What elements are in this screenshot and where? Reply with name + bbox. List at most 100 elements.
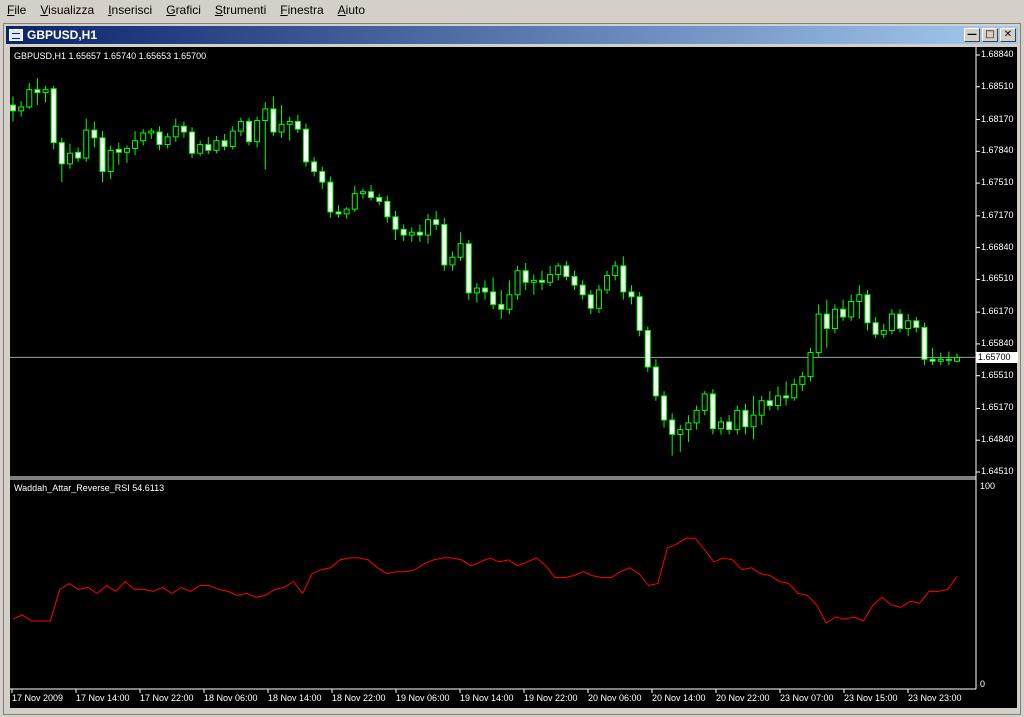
- candle-bearish: [465, 243, 472, 294]
- price-tick-label: 1.65510: [981, 369, 1014, 380]
- menu-bar: File Visualizza Inserisci Grafici Strumenti F…: [0, 0, 1024, 21]
- candle-bearish: [726, 421, 733, 431]
- candle-bullish: [612, 265, 619, 277]
- price-tick-label: 1.67840: [981, 145, 1014, 156]
- candle-bearish: [376, 197, 383, 202]
- candle-bullish: [856, 294, 863, 303]
- candle-bearish: [441, 223, 448, 266]
- candle-bullish: [172, 125, 179, 138]
- menu-aiuto[interactable]: Aiuto: [331, 0, 372, 21]
- candle-bullish: [880, 329, 887, 335]
- candle-bullish: [123, 147, 130, 153]
- time-tick-label: 23 Nov 23:00: [908, 693, 962, 703]
- candle-bearish: [563, 265, 570, 278]
- menu-grafici[interactable]: Grafici: [159, 0, 208, 21]
- menu-finestra[interactable]: Finestra: [273, 0, 330, 21]
- candle-bearish: [490, 291, 497, 305]
- time-tick-label: 18 Nov 14:00: [268, 693, 322, 703]
- candle-bearish: [294, 120, 301, 130]
- candle-bearish: [921, 327, 928, 360]
- menu-visualizza[interactable]: Visualizza: [33, 0, 101, 21]
- candle-bullish: [66, 152, 73, 165]
- chart-area[interactable]: GBPUSD,H1 1.65657 1.65740 1.65653 1.6570…: [10, 47, 1018, 708]
- candle-bullish: [530, 279, 537, 283]
- candle-bearish: [270, 108, 277, 133]
- candle-bullish: [18, 106, 25, 112]
- candle-bullish: [213, 140, 220, 151]
- rsi-line: [12, 537, 958, 624]
- candle-bearish: [766, 400, 773, 407]
- candle-bearish: [115, 148, 122, 153]
- candle-bullish: [514, 270, 521, 296]
- candle-bullish: [791, 383, 798, 399]
- candle-bullish: [107, 149, 114, 173]
- menu-accelerator: V: [40, 3, 49, 17]
- candle-bearish: [311, 161, 318, 173]
- price-tick-label: 1.68170: [981, 113, 1014, 124]
- candle-bullish: [547, 274, 554, 283]
- price-tick-label: 1.67510: [981, 177, 1014, 188]
- candle-bearish: [205, 144, 212, 151]
- candle-bullish: [905, 320, 912, 330]
- time-tick-label: 19 Nov 14:00: [460, 693, 514, 703]
- menu-accelerator: G: [166, 3, 176, 17]
- menu-inserisci[interactable]: Inserisci: [101, 0, 159, 21]
- candle-bearish: [644, 329, 651, 368]
- candle-bearish: [636, 296, 643, 331]
- candle-bullish: [937, 358, 944, 362]
- indicator-label: Waddah_Attar_Reverse_RSI 54.6113: [14, 483, 165, 493]
- price-tick-label: 1.65170: [981, 402, 1014, 413]
- menu-file[interactable]: File: [0, 0, 33, 21]
- candle-bearish: [620, 265, 627, 293]
- menu-strumenti[interactable]: Strumenti: [208, 0, 273, 21]
- time-tick-label: 19 Nov 22:00: [524, 693, 578, 703]
- chart-window-titlebar[interactable]: GBPUSD,H1 — □ ✕: [6, 26, 1018, 44]
- candle-bullish: [473, 287, 480, 294]
- candle-bearish: [498, 303, 505, 310]
- candle-bullish: [774, 395, 781, 407]
- candle-bullish: [685, 422, 692, 431]
- candle-bearish: [872, 322, 879, 335]
- menu-label-rest: iuto: [345, 3, 366, 17]
- current-price-label: 1.65700: [976, 352, 1018, 364]
- candle-bearish: [400, 228, 407, 236]
- candle-bearish: [156, 131, 163, 146]
- chart-window-icon: [9, 29, 23, 41]
- candle-bearish: [945, 358, 952, 361]
- candle-bullish: [701, 393, 708, 411]
- candle-bullish: [677, 429, 684, 435]
- candle-bearish: [246, 120, 252, 143]
- candle-bullish: [164, 136, 171, 146]
- candle-bearish: [50, 88, 57, 144]
- price-tick-label: 1.66840: [981, 241, 1014, 252]
- candle-bearish: [99, 137, 106, 173]
- candle-bullish: [237, 120, 244, 132]
- candle-bullish: [718, 421, 724, 430]
- time-tick-label: 20 Nov 22:00: [716, 693, 770, 703]
- indicator-max-label: 100: [980, 481, 996, 491]
- time-tick-label: 18 Nov 22:00: [332, 693, 386, 703]
- time-tick-label: 17 Nov 2009: [12, 693, 64, 703]
- candle-bearish: [180, 125, 187, 133]
- candle-bearish: [571, 276, 578, 286]
- menu-label-rest: ile: [14, 3, 27, 17]
- candle-bearish: [897, 313, 904, 330]
- candle-bullish: [351, 193, 358, 210]
- candle-bullish: [831, 308, 838, 330]
- candle-bullish: [229, 130, 236, 147]
- minimize-button[interactable]: —: [964, 28, 980, 42]
- time-tick-label: 19 Nov 06:00: [396, 693, 450, 703]
- candle-bullish: [506, 294, 513, 310]
- time-tick-label: 23 Nov 15:00: [844, 693, 898, 703]
- close-button[interactable]: ✕: [1000, 28, 1016, 42]
- candle-bearish: [221, 140, 228, 147]
- candle-bullish: [132, 140, 139, 149]
- candle-bullish: [343, 208, 350, 215]
- candle-bullish: [197, 144, 204, 154]
- candle-bullish: [42, 89, 49, 94]
- candle-bearish: [661, 395, 668, 421]
- candle-bearish: [823, 313, 830, 330]
- chart-canvas: [10, 47, 980, 693]
- candle-bearish: [628, 291, 635, 298]
- maximize-button[interactable]: □: [982, 28, 998, 42]
